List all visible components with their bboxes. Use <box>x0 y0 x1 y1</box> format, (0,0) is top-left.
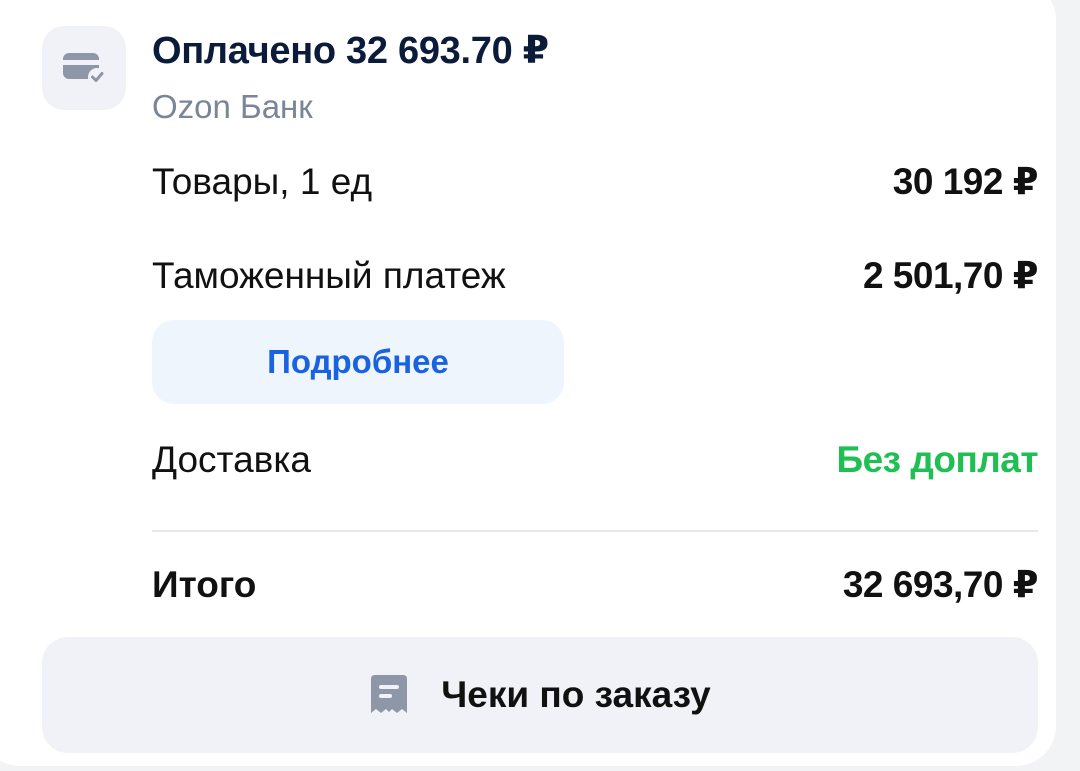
payment-bank-name: Ozon Банк <box>152 88 313 125</box>
goods-label: Товары, 1 ед <box>152 160 373 202</box>
details-button[interactable]: Подробнее <box>152 320 564 404</box>
total-row: Итого 32 693,70 ₽ <box>152 563 1039 606</box>
card-check-icon <box>63 53 106 85</box>
receipts-button[interactable]: Чеки по заказу <box>42 637 1038 753</box>
receipt-icon <box>371 675 408 713</box>
total-label: Итого <box>152 563 257 605</box>
goods-value: 30 192 ₽ <box>892 161 1039 202</box>
delivery-value: Без доплат <box>836 439 1039 480</box>
payment-status-title: Оплачено 32 693.70 ₽ <box>152 30 549 72</box>
receipts-button-label: Чеки по заказу <box>441 674 711 715</box>
payment-icon-box <box>42 26 126 110</box>
delivery-label: Доставка <box>152 439 311 480</box>
total-value: 32 693,70 ₽ <box>842 564 1039 605</box>
delivery-row: Доставка Без доплат <box>152 439 1039 481</box>
customs-label: Таможенный платеж <box>152 254 506 296</box>
customs-row: Таможенный платеж 2 501,70 ₽ <box>152 254 1039 297</box>
divider <box>152 530 1038 532</box>
customs-value: 2 501,70 ₽ <box>862 255 1039 296</box>
goods-row: Товары, 1 ед 30 192 ₽ <box>152 160 1039 203</box>
